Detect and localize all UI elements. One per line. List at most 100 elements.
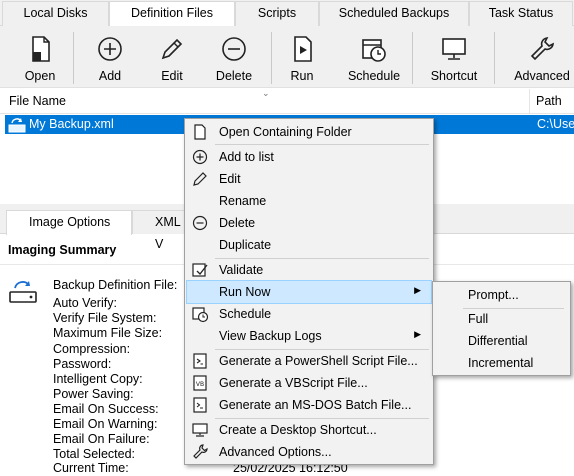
submenu-item-differential[interactable]: Differential	[435, 330, 568, 352]
open-label: Open	[24, 69, 56, 83]
desktop-shortcut-icon	[442, 38, 466, 60]
add-circle-icon	[98, 37, 122, 61]
tab-xml-view[interactable]: XML V	[132, 210, 192, 251]
imaging-summary-title: Imaging Summary	[8, 243, 117, 257]
menu-item-label: Generate a VBScript File...	[219, 376, 368, 390]
menu-item-edit[interactable]: Edit	[187, 168, 431, 190]
toolbar: Open Add Edit Delete Run Schedule Shortc…	[0, 26, 574, 88]
menu-item-delete[interactable]: Delete	[187, 212, 431, 234]
menu-item-label: Open Containing Folder	[219, 125, 352, 139]
menu-item-label: Edit	[219, 172, 241, 186]
menu-item-schedule[interactable]: Schedule	[187, 303, 431, 325]
powershell-script-icon	[193, 353, 207, 369]
batch-file-icon	[193, 397, 207, 413]
menu-item-label: Delete	[219, 216, 256, 230]
sort-chevron-icon: ⌄	[262, 88, 270, 98]
folder-file-icon	[194, 124, 206, 140]
context-menu: Open Containing Folder Add to list Edit …	[184, 118, 434, 465]
menu-item-generate-powershell[interactable]: Generate a PowerShell Script File...	[187, 350, 431, 372]
run-label: Run	[290, 69, 314, 83]
summary-label: Email On Warning:	[53, 417, 158, 431]
run-file-icon	[294, 36, 312, 62]
menu-item-label: Generate a PowerShell Script File...	[219, 354, 418, 368]
edit-label: Edit	[161, 69, 183, 83]
menu-item-create-shortcut[interactable]: Create a Desktop Shortcut...	[187, 419, 431, 441]
menu-item-run-now[interactable]: Run Now ▶	[186, 280, 432, 304]
file-path-cell: C:\Users\	[537, 117, 574, 131]
menu-item-label: View Backup Logs	[219, 329, 322, 343]
open-file-icon	[32, 36, 50, 62]
backup-definition-icon	[8, 118, 26, 133]
run-button[interactable]: Run	[276, 26, 328, 88]
add-label: Add	[98, 69, 122, 83]
menu-item-label: Generate an MS-DOS Batch File...	[219, 398, 412, 412]
menu-item-label: Run Now	[219, 285, 271, 299]
menu-item-label: Add to list	[219, 150, 274, 164]
shortcut-label: Shortcut	[430, 69, 478, 83]
column-path[interactable]: Path	[536, 94, 562, 108]
menu-item-label: Duplicate	[219, 238, 272, 252]
menu-item-rename[interactable]: Rename	[187, 190, 431, 212]
delete-label: Delete	[215, 69, 253, 83]
vbscript-file-icon: VB	[193, 375, 207, 391]
advanced-label: Advanced	[514, 69, 570, 83]
menu-item-label: Advanced Options...	[219, 445, 332, 459]
tab-local-disks[interactable]: Local Disks	[2, 1, 109, 26]
summary-label: Compression:	[53, 342, 131, 356]
svg-text:VB: VB	[196, 381, 204, 388]
file-list-header: File Name Path	[0, 89, 574, 114]
menu-item-generate-vbscript[interactable]: VB Generate a VBScript File...	[187, 372, 431, 394]
remove-circle-icon	[222, 37, 246, 61]
summary-label: Email On Failure:	[53, 432, 150, 446]
tab-scheduled-backups[interactable]: Scheduled Backups	[319, 1, 469, 26]
summary-label: Verify File System:	[53, 311, 157, 325]
summary-label: Power Saving:	[53, 387, 134, 401]
delete-button[interactable]: Delete	[206, 26, 262, 88]
summary-label: Backup Definition File:	[53, 278, 178, 292]
add-button[interactable]: Add	[84, 26, 136, 88]
submenu-item-full[interactable]: Full	[435, 308, 568, 330]
summary-label: Intelligent Copy:	[53, 372, 143, 386]
remove-circle-icon	[192, 215, 208, 231]
desktop-shortcut-icon	[192, 423, 208, 437]
submenu-item-label: Full	[468, 312, 489, 326]
summary-label: Auto Verify:	[53, 296, 117, 310]
summary-label: Maximum File Size:	[53, 326, 163, 340]
submenu-item-label: Prompt...	[468, 288, 519, 302]
menu-item-advanced-options[interactable]: Advanced Options...	[187, 441, 431, 463]
tab-image-options[interactable]: Image Options	[6, 210, 132, 235]
open-button[interactable]: Open	[14, 26, 66, 88]
schedule-button[interactable]: Schedule	[344, 26, 404, 88]
shortcut-button[interactable]: Shortcut	[426, 26, 482, 88]
tab-scripts[interactable]: Scripts	[235, 1, 319, 26]
schedule-calendar-icon	[362, 39, 386, 62]
edit-button[interactable]: Edit	[146, 26, 198, 88]
submenu-item-label: Incremental	[468, 356, 534, 370]
menu-item-duplicate[interactable]: Duplicate	[187, 234, 431, 256]
summary-label: Total Selected:	[53, 447, 135, 461]
tab-task-status[interactable]: Task Status	[469, 1, 573, 26]
submenu-arrow-icon: ▶	[414, 285, 421, 295]
summary-label: Password:	[53, 357, 112, 371]
column-file-name[interactable]: File Name	[9, 94, 66, 108]
menu-item-label: Rename	[219, 194, 267, 208]
submenu-item-label: Differential	[468, 334, 528, 348]
advanced-button[interactable]: Advanced	[510, 26, 574, 88]
add-circle-icon	[192, 149, 208, 165]
menu-item-open-containing-folder[interactable]: Open Containing Folder	[187, 121, 431, 143]
menu-item-generate-batch[interactable]: Generate an MS-DOS Batch File...	[187, 394, 431, 416]
menu-item-view-backup-logs[interactable]: View Backup Logs ▶	[187, 325, 431, 347]
tab-definition-files[interactable]: Definition Files	[109, 1, 235, 27]
run-now-submenu: Prompt... Full Differential Incremental	[432, 281, 571, 376]
submenu-item-incremental[interactable]: Incremental	[435, 352, 568, 374]
pencil-icon	[193, 172, 207, 186]
backup-drive-icon	[9, 281, 37, 303]
submenu-item-prompt[interactable]: Prompt...	[435, 284, 568, 306]
schedule-label: Schedule	[347, 69, 401, 83]
menu-item-validate[interactable]: Validate	[187, 259, 431, 281]
schedule-calendar-icon	[192, 307, 209, 323]
submenu-arrow-icon: ▶	[414, 329, 421, 339]
menu-item-label: Validate	[219, 263, 264, 277]
validate-check-icon	[192, 263, 208, 277]
menu-item-add-to-list[interactable]: Add to list	[187, 146, 431, 168]
